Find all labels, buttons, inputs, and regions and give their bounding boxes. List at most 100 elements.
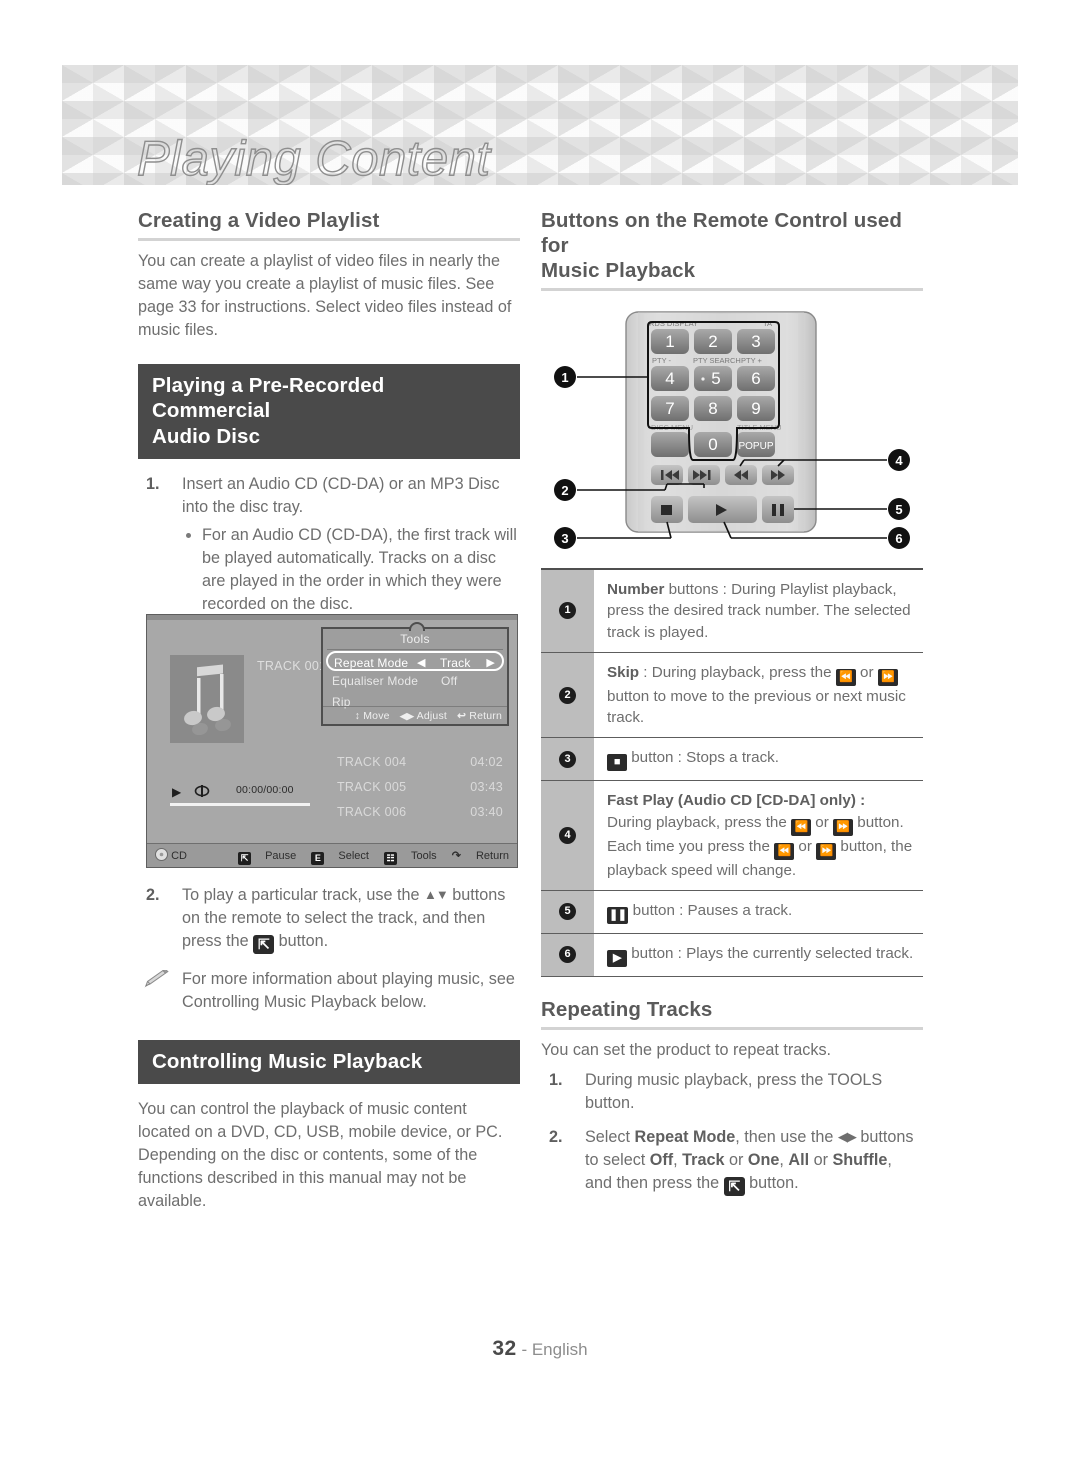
player-action-return-label: Return xyxy=(475,850,509,862)
chevron-left-icon[interactable]: ◀ xyxy=(417,653,426,673)
note-text: For more information about playing music… xyxy=(182,969,515,1011)
track-name: TRACK 005 xyxy=(337,780,407,794)
callout-number-4: 4 xyxy=(895,453,903,468)
stop-icon: ■ xyxy=(607,754,627,772)
cd-disc-icon xyxy=(155,848,168,861)
player-progress-bar[interactable] xyxy=(170,803,310,806)
tools-footer-adjust: ◀▶ Adjust xyxy=(400,710,450,722)
remote-control-diagram: RDS DISPLAY TA 1 2 3 PTY - PTY SEARCH PT… xyxy=(554,311,910,549)
note-playing-music: For more information about playing music… xyxy=(138,968,520,1014)
enter-key-icon: ⇱ xyxy=(723,1176,745,1196)
step-text-mid3: or xyxy=(728,1150,744,1169)
tools-item-label: Equaliser Mode xyxy=(332,674,419,688)
player-actions: ⇱ Pause E Select ☷ Tools ↷ Return xyxy=(226,844,509,867)
skip-forward-icon: ⏩ xyxy=(877,668,898,686)
player-action-pause[interactable]: ⇱ Pause xyxy=(238,850,296,865)
table-row-description: Skip : During playback, press the ⏪ or ⏩… xyxy=(595,653,923,738)
play-icon: ▶ xyxy=(172,785,182,799)
player-action-return[interactable]: ↷ Return xyxy=(452,850,509,862)
fast-forward-icon: ⏩ xyxy=(833,818,854,836)
callout-number-6: 6 xyxy=(895,531,902,546)
chevron-right-icon[interactable]: ▶ xyxy=(486,653,495,673)
footer-separator: - xyxy=(516,1340,532,1359)
return-arrow-icon: ↷ xyxy=(451,850,461,862)
table-row-description: ▶ button : Plays the currently selected … xyxy=(595,934,923,976)
callout-number-3: 3 xyxy=(559,750,576,768)
callout-number-1: 1 xyxy=(561,370,568,385)
step-text-mid1: , then use the xyxy=(735,1127,834,1146)
paragraph-creating-video-playlist: You can create a playlist of video files… xyxy=(138,252,512,339)
remote-key-7: 7 xyxy=(665,399,674,418)
player-action-tools[interactable]: ☷ Tools xyxy=(384,850,437,865)
tools-dialog-footer: ↕ Move ◀▶ Adjust ↩ Return xyxy=(323,706,507,724)
callout-number-5: 5 xyxy=(559,903,576,921)
table-row-number-cell: 1 xyxy=(541,570,595,652)
heading-line-2: Audio Disc xyxy=(152,424,261,448)
tools-footer-return: ↩ Return xyxy=(457,710,502,722)
footer-language: English xyxy=(531,1340,588,1359)
track-name: TRACK 004 xyxy=(337,755,407,769)
track-list-item[interactable]: TRACK 004 04:02 xyxy=(337,755,505,780)
row-text: button : Pauses a track. xyxy=(632,901,793,919)
heading-line-1: Buttons on the Remote Control used for xyxy=(541,209,902,257)
page-header-banner: Playing Content xyxy=(62,65,1018,185)
left-column-lower: 2. To play a particular track, use the ▲… xyxy=(138,884,520,1217)
step-bold-track: Track xyxy=(682,1150,725,1169)
step-bold-tools: TOOLS xyxy=(827,1070,883,1089)
remote-key-5: 5 xyxy=(711,369,720,388)
tools-item-repeat-mode[interactable]: Repeat Mode ◀ Track ▶ xyxy=(326,651,504,671)
step-item-1: 1. During music playback, press the TOOL… xyxy=(541,1069,923,1115)
step-number: 1. xyxy=(549,1070,563,1089)
select-key-icon: E xyxy=(311,852,325,865)
remote-label-pty-plus: PTY + xyxy=(741,356,763,365)
row-text-post: button to move to the previous or next m… xyxy=(607,687,906,727)
step-text-mid4: or xyxy=(813,1150,828,1169)
table-row-description: ❚❚ button : Pauses a track. xyxy=(595,891,923,933)
stop-icon xyxy=(661,505,672,515)
step-bold-off: Off xyxy=(649,1150,674,1169)
step-item-2: 2. To play a particular track, use the ▲… xyxy=(138,884,520,954)
leftright-arrows-icon: ◀▶ xyxy=(399,711,415,721)
callout-number-6: 6 xyxy=(559,946,576,964)
tools-dialog: Tools Repeat Mode ◀ Track ▶ Equaliser Mo… xyxy=(321,622,509,726)
player-action-select[interactable]: E Select xyxy=(311,850,369,865)
album-art-thumbnail xyxy=(170,655,244,743)
callout-number-3: 3 xyxy=(561,531,568,546)
heading-repeating-tracks: Repeating Tracks xyxy=(541,997,923,1030)
remote-key-3: 3 xyxy=(751,332,760,351)
row-text-mid: or xyxy=(860,663,874,681)
left-column: Creating a Video Playlist You can create… xyxy=(138,208,520,678)
rewind-icon: ⏪ xyxy=(791,818,812,836)
tools-footer-adjust-label: Adjust xyxy=(416,710,448,722)
step-bold-one: One xyxy=(747,1150,780,1169)
remote-key-6: 6 xyxy=(751,369,760,388)
music-player-screenshot: TRACK 001 ▶ 00:00/00:00 TRACK 004 04:02 … xyxy=(146,614,518,868)
repeat-icon xyxy=(194,785,210,797)
paragraph-controlling-music-playback: You can control the playback of music co… xyxy=(138,1100,503,1210)
section-repeating-tracks: Repeating Tracks You can set the product… xyxy=(541,997,923,1196)
bullet-item-audio-cd: For an Audio CD (CD-DA), the first track… xyxy=(182,524,520,616)
remote-key-4: 4 xyxy=(665,369,674,388)
track-list-item[interactable]: TRACK 005 03:43 xyxy=(337,780,505,805)
heading-controlling-music-playback: Controlling Music Playback xyxy=(138,1039,520,1085)
updown-arrows-icon: ↕ xyxy=(354,710,361,722)
remote-key-2: 2 xyxy=(708,332,717,351)
step-bold-all: All xyxy=(788,1150,810,1169)
row-bold-label: Number xyxy=(607,581,665,598)
table-row: 3 ■ button : Stops a track. xyxy=(541,738,923,782)
callout-number-4: 4 xyxy=(559,827,576,845)
tools-footer-move-label: Move xyxy=(363,710,390,722)
remote-key-9: 9 xyxy=(751,399,760,418)
callout-number-1: 1 xyxy=(559,602,576,620)
step-text: Insert an Audio CD (CD-DA) or an MP3 Dis… xyxy=(182,474,500,516)
row-line2-mid: or xyxy=(798,837,812,855)
tools-dialog-title: Tools xyxy=(400,632,430,646)
tools-item-equaliser-mode[interactable]: Equaliser Mode Off xyxy=(323,671,507,692)
track-list-item[interactable]: TRACK 006 03:40 xyxy=(337,805,505,830)
remote-label-rds-display: RDS DISPLAY xyxy=(649,319,698,328)
heading-creating-video-playlist: Creating a Video Playlist xyxy=(138,208,520,241)
enter-key-icon: ⇱ xyxy=(238,852,252,865)
table-row-description: Fast Play (Audio CD [CD-DA] only) : Duri… xyxy=(595,781,923,890)
step-number: 2. xyxy=(549,1127,563,1146)
rewind-icon: ⏪ xyxy=(774,842,795,860)
